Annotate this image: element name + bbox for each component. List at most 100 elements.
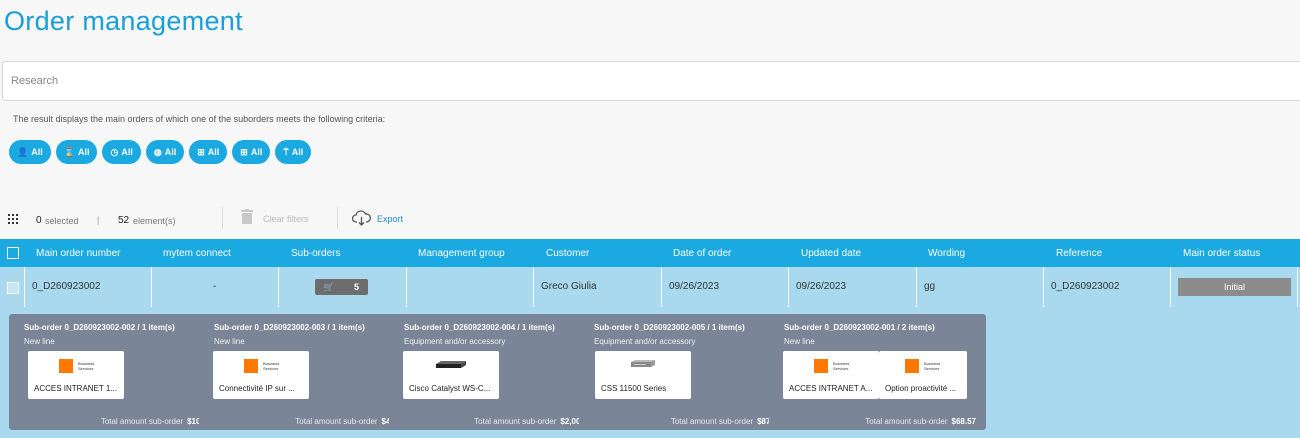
- total-value: $68.57: [951, 417, 976, 426]
- sub-order-type: New line: [214, 337, 245, 346]
- filter-globe[interactable]: ◍ All: [145, 140, 185, 164]
- sub-orders-panel: Sub-order 0_D260923002-002 / 1 item(s) N…: [0, 307, 1300, 438]
- grid-icon[interactable]: [8, 214, 18, 224]
- cell-divider: [151, 267, 152, 307]
- product-card[interactable]: Business Services ACCES INTRANET A...: [783, 351, 879, 399]
- product-card[interactable]: Cisco Catalyst WS-C...: [403, 351, 499, 399]
- filter-hourglass[interactable]: ⌛ All: [55, 140, 98, 164]
- toolbar-separator: |: [97, 215, 100, 225]
- search-input[interactable]: [3, 62, 1300, 100]
- select-all-checkbox[interactable]: [7, 247, 19, 259]
- product-card[interactable]: Business Services ACCES INTRANET 1...: [28, 351, 124, 399]
- filter-user[interactable]: 👤 All: [9, 140, 51, 164]
- sub-order-card[interactable]: Sub-order 0_D260923002-005 / 1 item(s) E…: [579, 314, 796, 430]
- globe-icon: ◍: [153, 146, 162, 157]
- sub-order-title: Sub-order 0_D260923002-005 / 1 item(s): [594, 323, 745, 332]
- sub-order-title: Sub-order 0_D260923002-001 / 2 item(s): [784, 323, 935, 332]
- person-icon: ⍑: [283, 146, 289, 157]
- col-updated-date[interactable]: Updated date: [801, 248, 861, 259]
- col-sub-orders[interactable]: Sub-orders: [291, 248, 340, 259]
- sub-order-total: Total amount sub-order$2,003.00: [474, 417, 596, 426]
- cell-divider: [916, 267, 917, 307]
- sub-order-title: Sub-order 0_D260923002-002 / 1 item(s): [24, 323, 175, 332]
- toolbar: 0 selected | 52 element(s) Clear filters…: [0, 205, 1300, 233]
- filter-org-2[interactable]: ⊞ All: [232, 140, 271, 164]
- sub-orders-count: 5: [353, 282, 359, 292]
- cell-divider: [278, 267, 279, 307]
- search-box[interactable]: [2, 61, 1300, 101]
- filter-label: All: [164, 147, 177, 157]
- sub-order-type: New line: [784, 337, 815, 346]
- cart-icon: 🛒: [323, 281, 335, 292]
- status-badge: Initial: [1178, 278, 1291, 296]
- filter-person[interactable]: ⍑ All: [275, 140, 312, 164]
- product-card[interactable]: Business Services Option proactivité ...: [879, 351, 967, 399]
- product-name: ACCES INTRANET A...: [789, 384, 873, 393]
- sub-order-card[interactable]: Sub-order 0_D260923002-001 / 2 item(s) N…: [769, 314, 986, 430]
- product-card[interactable]: CSS 11500 Series: [595, 351, 691, 399]
- table-row[interactable]: 0_D260923002 - 🛒 5 Greco Giulia 09/26/20…: [0, 267, 1300, 307]
- cell-reference: 0_D260923002: [1051, 281, 1120, 292]
- toolbar-divider: [222, 207, 223, 229]
- col-management-group[interactable]: Management group: [418, 248, 505, 259]
- filter-label: All: [207, 147, 220, 157]
- table-header: Main order number mytem connect Sub-orde…: [0, 239, 1300, 267]
- clear-filters-button[interactable]: Clear filters: [263, 214, 309, 224]
- sub-order-type: Equipment and/or accessory: [594, 337, 696, 346]
- selected-count: 0: [36, 215, 42, 226]
- selected-label: selected: [45, 216, 79, 226]
- sub-order-title: Sub-order 0_D260923002-003 / 1 item(s): [214, 323, 365, 332]
- sub-order-title: Sub-order 0_D260923002-004 / 1 item(s): [404, 323, 555, 332]
- cell-divider: [406, 267, 407, 307]
- col-main-order-status[interactable]: Main order status: [1183, 248, 1260, 259]
- sub-order-card[interactable]: Sub-order 0_D260923002-002 / 1 item(s) N…: [9, 314, 226, 430]
- cell-date-of-order: 09/26/2023: [669, 281, 720, 292]
- col-date-of-order[interactable]: Date of order: [673, 248, 731, 259]
- elements-label: element(s): [133, 216, 176, 226]
- filter-clock[interactable]: ◷ All: [102, 140, 141, 164]
- filter-label: All: [291, 147, 304, 157]
- filter-org-1[interactable]: ⊞ All: [189, 140, 228, 164]
- cloud-download-icon[interactable]: [352, 210, 371, 226]
- user-icon: 👤: [17, 146, 29, 157]
- elements-count: 52: [118, 215, 130, 226]
- sub-order-total: Total amount sub-order $68.57: [865, 417, 976, 426]
- col-wording[interactable]: Wording: [928, 248, 965, 259]
- criteria-text: The result displays the main orders of w…: [13, 114, 386, 124]
- filter-label: All: [250, 147, 263, 157]
- toolbar-divider: [337, 207, 338, 229]
- filter-pills: 👤 All ⌛ All ◷ All ◍ All ⊞ All ⊞ All ⍑ Al…: [9, 140, 312, 164]
- org-chart-icon: ⊞: [240, 146, 248, 157]
- product-name: ACCES INTRANET 1...: [34, 384, 117, 393]
- col-mytem-connect[interactable]: mytem connect: [163, 248, 231, 259]
- network-switch-image: [436, 361, 466, 368]
- sub-order-card[interactable]: Sub-order 0_D260923002-004 / 1 item(s) E…: [389, 314, 606, 430]
- router-image: [631, 360, 655, 367]
- row-checkbox[interactable]: [7, 282, 19, 294]
- product-name: Cisco Catalyst WS-C...: [409, 384, 491, 393]
- cell-divider: [1297, 267, 1298, 307]
- cell-divider: [24, 267, 25, 307]
- cell-divider: [788, 267, 789, 307]
- product-card[interactable]: Business Services Connectivité IP sur ...: [213, 351, 309, 399]
- clock-icon: ◷: [110, 146, 119, 157]
- col-reference[interactable]: Reference: [1056, 248, 1102, 259]
- cell-customer: Greco Giulia: [541, 281, 597, 292]
- col-customer[interactable]: Customer: [546, 248, 589, 259]
- filter-label: All: [77, 147, 90, 157]
- sub-order-card[interactable]: Sub-order 0_D260923002-003 / 1 item(s) N…: [199, 314, 416, 430]
- org-chart-icon: ⊞: [197, 146, 205, 157]
- sub-order-type: Equipment and/or accessory: [404, 337, 506, 346]
- sub-order-type: New line: [24, 337, 55, 346]
- export-button[interactable]: Export: [377, 214, 403, 224]
- sub-orders-badge[interactable]: 🛒 5: [315, 279, 368, 295]
- product-name: Connectivité IP sur ...: [219, 384, 295, 393]
- trash-icon[interactable]: [241, 209, 253, 224]
- page-title: Order management: [4, 6, 243, 36]
- product-name: Option proactivité ...: [885, 384, 957, 393]
- filter-label: All: [31, 147, 43, 157]
- product-name: CSS 11500 Series: [601, 384, 667, 393]
- filter-label: All: [121, 147, 133, 157]
- col-main-order-number[interactable]: Main order number: [36, 248, 120, 259]
- cell-divider: [1170, 267, 1171, 307]
